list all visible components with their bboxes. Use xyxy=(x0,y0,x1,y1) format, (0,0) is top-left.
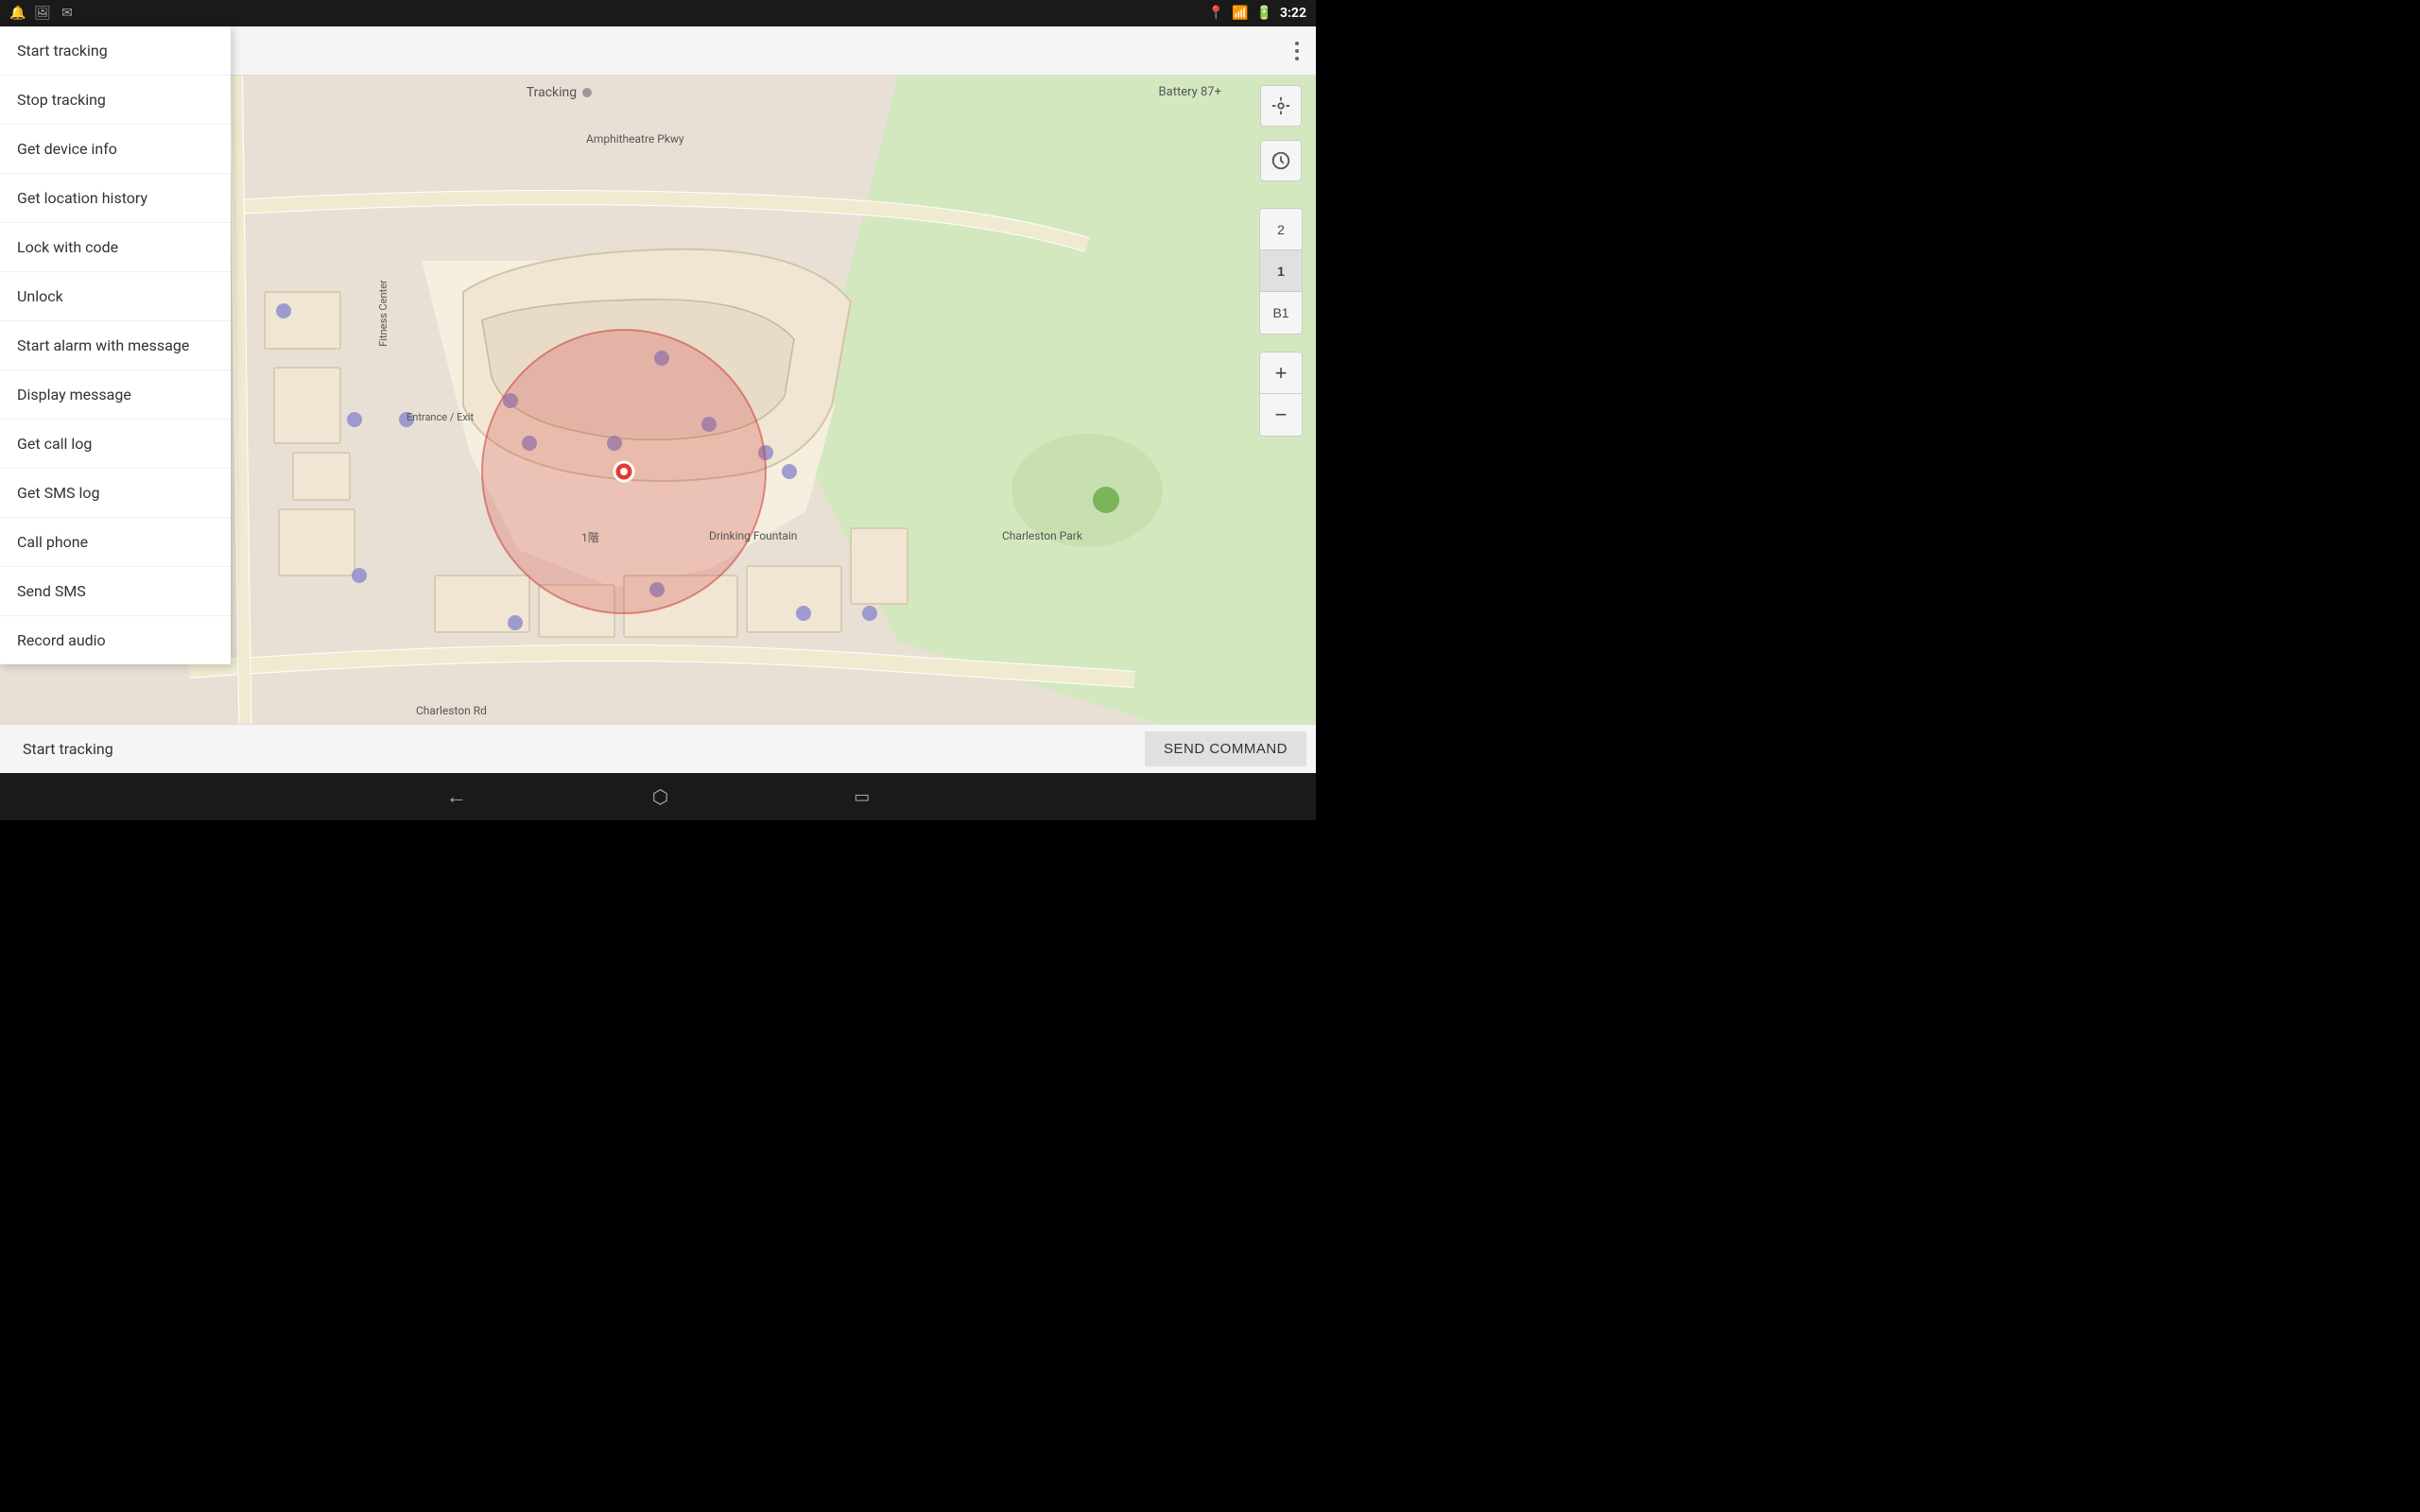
menu-item-get-call-log[interactable]: Get call log xyxy=(0,420,231,469)
wifi-icon: 📶 xyxy=(1232,6,1248,21)
clock: 3:22 xyxy=(1280,6,1306,21)
map-controls: 2 1 B1 + − xyxy=(1259,85,1303,437)
recent-apps-button[interactable]: ▭ xyxy=(846,780,877,815)
menu-item-get-location-history[interactable]: Get location history xyxy=(0,174,231,223)
menu-item-call-phone[interactable]: Call phone xyxy=(0,518,231,567)
status-right-icons: 📍 📶 🔋 3:22 xyxy=(1208,6,1306,21)
floor-b1-button[interactable]: B1 xyxy=(1260,292,1302,334)
menu-item-lock-with-code[interactable]: Lock with code xyxy=(0,223,231,272)
tracking-status: Tracking xyxy=(527,85,592,100)
menu-item-record-audio[interactable]: Record audio xyxy=(0,616,231,664)
map-label-fitness: Fitness Center xyxy=(377,280,389,347)
status-bar: 🔔 🖼 ✉ 📍 📶 🔋 3:22 xyxy=(0,0,1316,26)
tracking-label: Tracking xyxy=(527,85,577,100)
menu-item-stop-tracking[interactable]: Stop tracking xyxy=(0,76,231,125)
send-command-button[interactable]: Send command xyxy=(1145,731,1306,766)
zoom-controls: + − xyxy=(1259,352,1303,437)
menu-item-get-device-info[interactable]: Get device info xyxy=(0,125,231,174)
send-command-bar: Start tracking Send command xyxy=(0,724,1316,773)
map-label-park: Charleston Park xyxy=(1002,529,1082,542)
history-button[interactable] xyxy=(1260,140,1302,181)
floor-1-button[interactable]: 1 xyxy=(1260,250,1302,292)
notification-icon: 🔔 xyxy=(9,5,26,22)
email-icon: ✉ xyxy=(59,5,76,22)
overflow-menu-button[interactable] xyxy=(1291,38,1303,64)
map-label-charleston: Charleston Rd xyxy=(416,704,487,717)
dropdown-menu: Start trackingStop trackingGet device in… xyxy=(0,26,231,664)
image-icon: 🖼 xyxy=(34,5,51,22)
map-label-drinking: Drinking Fountain xyxy=(709,529,797,542)
map-label-floor: 1階 xyxy=(581,529,599,545)
map-label-entrance: Entrance / Exit xyxy=(406,411,474,423)
menu-item-get-sms-log[interactable]: Get SMS log xyxy=(0,469,231,518)
menu-item-send-sms[interactable]: Send SMS xyxy=(0,567,231,616)
location-icon: 📍 xyxy=(1208,6,1224,21)
zoom-out-button[interactable]: − xyxy=(1260,394,1302,436)
menu-item-display-message[interactable]: Display message xyxy=(0,370,231,420)
battery-icon: 🔋 xyxy=(1256,6,1272,21)
tracking-indicator xyxy=(582,88,592,97)
map-label-amphitheatre: Amphitheatre Pkwy xyxy=(586,132,684,146)
selected-command-label: Start tracking xyxy=(9,740,1145,758)
nav-bar: ← ⬡ ▭ xyxy=(0,773,1316,820)
battery-status: Battery 87+ xyxy=(1159,85,1221,99)
menu-item-unlock[interactable]: Unlock xyxy=(0,272,231,321)
app-title: Web control xyxy=(57,40,1291,62)
location-target-button[interactable] xyxy=(1260,85,1302,127)
floor-selector: 2 1 B1 xyxy=(1259,208,1303,335)
home-button[interactable]: ⬡ xyxy=(645,778,676,816)
status-icons: 🔔 🖼 ✉ xyxy=(9,5,76,22)
back-button[interactable]: ← xyxy=(439,777,475,816)
zoom-in-button[interactable]: + xyxy=(1260,352,1302,394)
menu-item-start-alarm[interactable]: Start alarm with message xyxy=(0,321,231,370)
menu-item-start-tracking[interactable]: Start tracking xyxy=(0,26,231,76)
floor-2-button[interactable]: 2 xyxy=(1260,209,1302,250)
